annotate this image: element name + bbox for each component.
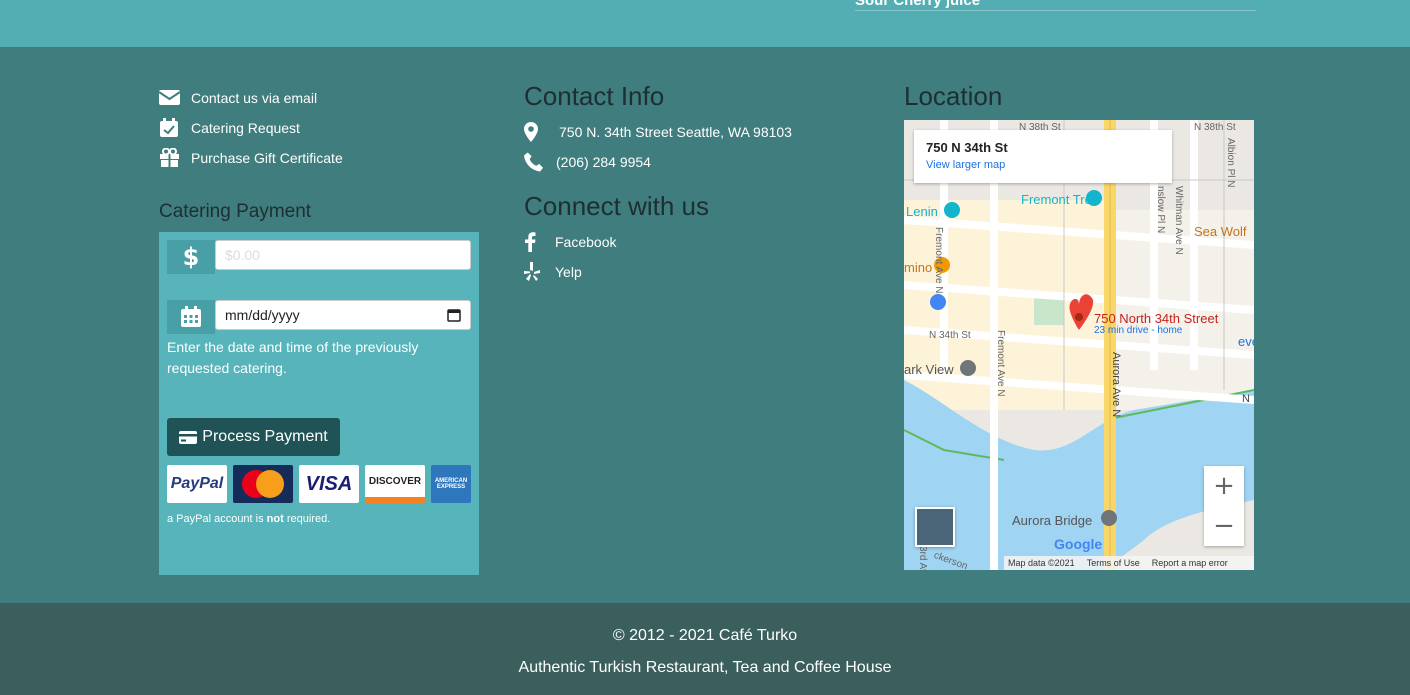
terms-link[interactable]: Terms of Use	[1087, 558, 1140, 568]
report-map-error-link[interactable]: Report a map error	[1152, 558, 1228, 568]
date-help-text: Enter the date and time of the previousl…	[167, 339, 419, 376]
contact-email-label: Contact us via email	[191, 90, 318, 106]
satellite-toggle[interactable]	[915, 507, 955, 547]
dollar-icon: $	[183, 244, 199, 270]
contact-info-title: Contact Info	[524, 81, 665, 111]
paypal-note: a PayPal account is not required.	[167, 513, 330, 525]
yelp-link[interactable]: Yelp	[524, 262, 582, 282]
date-input[interactable]: mm/dd/yyyy	[215, 300, 471, 330]
map-street-fremont-ave: Fremont Ave N	[933, 227, 944, 294]
paypal-note-suffix: required.	[283, 513, 331, 525]
paypal-note-bold: not	[266, 513, 284, 525]
facebook-link[interactable]: Facebook	[524, 232, 616, 252]
date-placeholder: mm/dd/yyyy	[225, 307, 300, 323]
map-place-aurora-bridge: Aurora Bridge	[1012, 513, 1093, 528]
map-place-sea-wolf: Sea Wolf	[1194, 224, 1247, 239]
paypal-note-prefix: a PayPal account is	[167, 513, 267, 525]
map-canvas[interactable]	[904, 120, 1254, 570]
date-input-group: mm/dd/yyyy	[167, 300, 471, 334]
map-pin-label: 750 North 34th Street	[1094, 311, 1219, 326]
gift-certificate-link[interactable]: Purchase Gift Certificate	[159, 148, 343, 168]
yelp-icon	[524, 262, 540, 281]
catering-request-label: Catering Request	[191, 120, 300, 136]
catering-request-link[interactable]: Catering Request	[159, 118, 300, 138]
visa-card: VISA	[299, 465, 359, 503]
zoom-in-button[interactable]: +	[1204, 466, 1244, 506]
map-street-aurora-ave: Aurora Ave N	[1110, 352, 1122, 418]
yelp-label: Yelp	[555, 264, 582, 280]
map-card-title: 750 N 34th St	[926, 140, 1008, 155]
map-place-fremont-troll: Fremont Troll	[1021, 192, 1098, 207]
google-logo: Google	[1054, 536, 1103, 552]
connect-title: Connect with us	[524, 191, 709, 221]
map-street-3rd-ave: 3rd Ave	[917, 546, 928, 570]
calendar-addon	[167, 300, 215, 334]
process-payment-button[interactable]: Process Payment	[167, 418, 340, 456]
phone-text: (206) 284 9954	[556, 154, 651, 170]
amex-card: AMERICAN EXPRESS	[431, 465, 471, 503]
map-street-n-38th-2: N 38th St	[1194, 122, 1236, 133]
map-street-albion-pl: Albion Pl N	[1225, 138, 1236, 188]
svg-text:$: $	[183, 244, 199, 270]
facebook-icon	[525, 232, 536, 252]
menu-item-partial[interactable]: Sour Cherry juice	[855, 0, 1256, 11]
map-footer: Map data ©2021 Terms of Use Report a map…	[1004, 556, 1254, 570]
catering-payment-title: Catering Payment	[159, 201, 312, 222]
calendar-icon	[181, 306, 201, 327]
zoom-out-button[interactable]: −	[1204, 506, 1244, 546]
payment-box: $ $0.00 mm/dd/yyyy Enter the date and ti…	[159, 232, 479, 575]
map-place-ark-view: ark View	[904, 362, 954, 377]
copyright-text: © 2012 - 2021 Café Turko	[612, 627, 798, 644]
phone-icon	[524, 152, 543, 172]
accepted-cards: PayPal VISA DISCOVER AMERICAN EXPRESS	[167, 465, 477, 503]
map-data-text: Map data ©2021	[1008, 558, 1075, 568]
amount-input-group: $ $0.00	[167, 240, 471, 274]
footer-bottom: © 2012 - 2021 Café Turko Authentic Turki…	[0, 603, 1410, 695]
map-place-mino: mino	[904, 260, 933, 275]
mastercard-card	[233, 465, 293, 503]
zoom-controls: + −	[1204, 466, 1244, 546]
gift-certificate-label: Purchase Gift Certificate	[191, 150, 343, 166]
map-info-card: 750 N 34th St View larger map	[914, 130, 1172, 183]
map-place-lenin: Lenin	[906, 204, 938, 219]
map-pin-sublabel: 23 min drive - home	[1094, 325, 1183, 336]
paypal-logo-text: PayPal	[170, 475, 224, 492]
facebook-label: Facebook	[555, 234, 617, 250]
dollar-addon: $	[167, 240, 215, 274]
map-street-winslow-pl: nslow Pl N	[1155, 186, 1166, 234]
date-picker-icon[interactable]	[447, 308, 461, 322]
map-street-fremont-ave-2: Fremont Ave N	[995, 330, 1006, 397]
gift-icon	[160, 148, 179, 167]
tagline-text: Authentic Turkish Restaurant, Tea and Co…	[518, 659, 892, 676]
contact-email-link[interactable]: Contact us via email	[159, 88, 317, 108]
amount-input[interactable]: $0.00	[215, 240, 471, 270]
discover-card: DISCOVER	[365, 465, 425, 503]
address-text: 750 N. 34th Street Seattle, WA 98103	[559, 124, 792, 140]
paypal-card: PayPal	[167, 465, 227, 503]
top-band: Sour Cherry juice	[0, 0, 1410, 47]
map-street-n-34th: N 34th St	[929, 330, 971, 341]
credit-card-icon	[179, 430, 198, 444]
view-larger-map-link[interactable]: View larger map	[926, 159, 1160, 171]
map-marker-icon	[524, 122, 538, 142]
location-title: Location	[904, 81, 1003, 111]
location-map[interactable]: Fremont Troll Lenin Sea Wolf Aurora Brid…	[904, 120, 1254, 570]
mastercard-logo-icon	[242, 470, 284, 498]
address-row: 750 N. 34th Street Seattle, WA 98103	[524, 122, 792, 142]
phone-row[interactable]: (206) 284 9954	[524, 152, 651, 172]
envelope-icon	[159, 90, 181, 105]
map-street-whitman-ave: Whitman Ave N	[1173, 186, 1184, 255]
process-payment-label: Process Payment	[202, 428, 328, 445]
map-street-n: N	[1242, 393, 1250, 405]
calendar-check-icon	[160, 118, 178, 137]
map-place-eve: eve	[1238, 334, 1254, 349]
